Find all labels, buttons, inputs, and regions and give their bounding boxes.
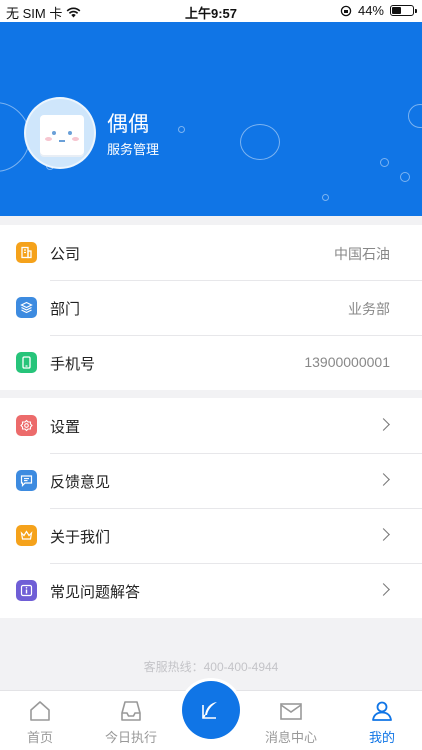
orientation-lock-icon (340, 5, 352, 16)
battery-level (392, 7, 401, 14)
home-icon (30, 701, 50, 721)
row-label: 常见问题解答 (50, 584, 141, 601)
row-value: 业务部 (348, 301, 390, 317)
user-name: 偶偶 (107, 113, 149, 136)
info-row-company: 公司 中国石油 (0, 225, 422, 280)
menu-item-faq[interactable]: 常见问题解答 (0, 563, 422, 618)
phone-icon (16, 352, 37, 373)
gear-icon (16, 415, 37, 436)
user-role: 服务管理 (107, 142, 160, 157)
battery-percent: 44% (357, 3, 384, 18)
tab-label: 我的 (368, 730, 395, 745)
menu-item-settings[interactable]: 设置 (0, 398, 422, 453)
user-icon (372, 701, 392, 721)
info-group: 公司 中国石油 部门 业务部 手机号 13900000001 (0, 225, 422, 390)
tab-home[interactable]: 首页 (0, 691, 80, 750)
avatar[interactable] (24, 97, 96, 169)
menu-group: 设置 反馈意见 关于我们 常见问题解答 (0, 398, 422, 618)
quill-icon (202, 702, 217, 719)
decor-bubble (408, 104, 422, 128)
tab-mine[interactable]: 我的 (342, 691, 422, 750)
tab-today[interactable]: 今日执行 (91, 691, 171, 750)
menu-item-about[interactable]: 关于我们 (0, 508, 422, 563)
crown-icon (16, 525, 37, 546)
layers-icon (16, 297, 37, 318)
row-label: 关于我们 (50, 529, 111, 546)
info-row-phone: 手机号 13900000001 (0, 335, 422, 390)
profile-header: 偶偶 服务管理 (0, 22, 422, 216)
chevron-right-icon (377, 528, 390, 541)
chat-icon (16, 470, 37, 491)
row-value: 中国石油 (334, 246, 390, 262)
row-label: 设置 (50, 419, 81, 436)
decor-bubble (400, 172, 410, 182)
inbox-icon (121, 701, 141, 721)
decor-bubble (178, 126, 185, 133)
info-row-department: 部门 业务部 (0, 280, 422, 335)
tab-messages[interactable]: 消息中心 (251, 691, 331, 750)
chevron-right-icon (377, 473, 390, 486)
chevron-right-icon (377, 583, 390, 596)
tab-label: 消息中心 (264, 730, 317, 745)
tab-label: 首页 (26, 730, 53, 745)
info-icon (16, 580, 37, 601)
menu-item-feedback[interactable]: 反馈意见 (0, 453, 422, 508)
chevron-right-icon (377, 418, 390, 431)
building-icon (16, 242, 37, 263)
row-label: 部门 (50, 301, 81, 318)
avatar-face (40, 115, 84, 155)
row-label: 反馈意见 (50, 474, 111, 491)
decor-bubble (240, 124, 280, 160)
mail-icon (280, 703, 302, 720)
tab-label: 今日执行 (104, 730, 157, 745)
customer-hotline[interactable]: 客服热线：400-400-4944 (0, 658, 422, 675)
battery-icon (390, 5, 417, 16)
row-label: 手机号 (50, 356, 96, 373)
row-value: 13900000001 (304, 354, 390, 370)
compose-button[interactable] (179, 678, 243, 742)
status-bar: 无 SIM 卡 上午9:57 44% (0, 0, 422, 22)
decor-bubble (322, 194, 329, 201)
decor-bubble (380, 158, 389, 167)
row-label: 公司 (50, 246, 81, 263)
